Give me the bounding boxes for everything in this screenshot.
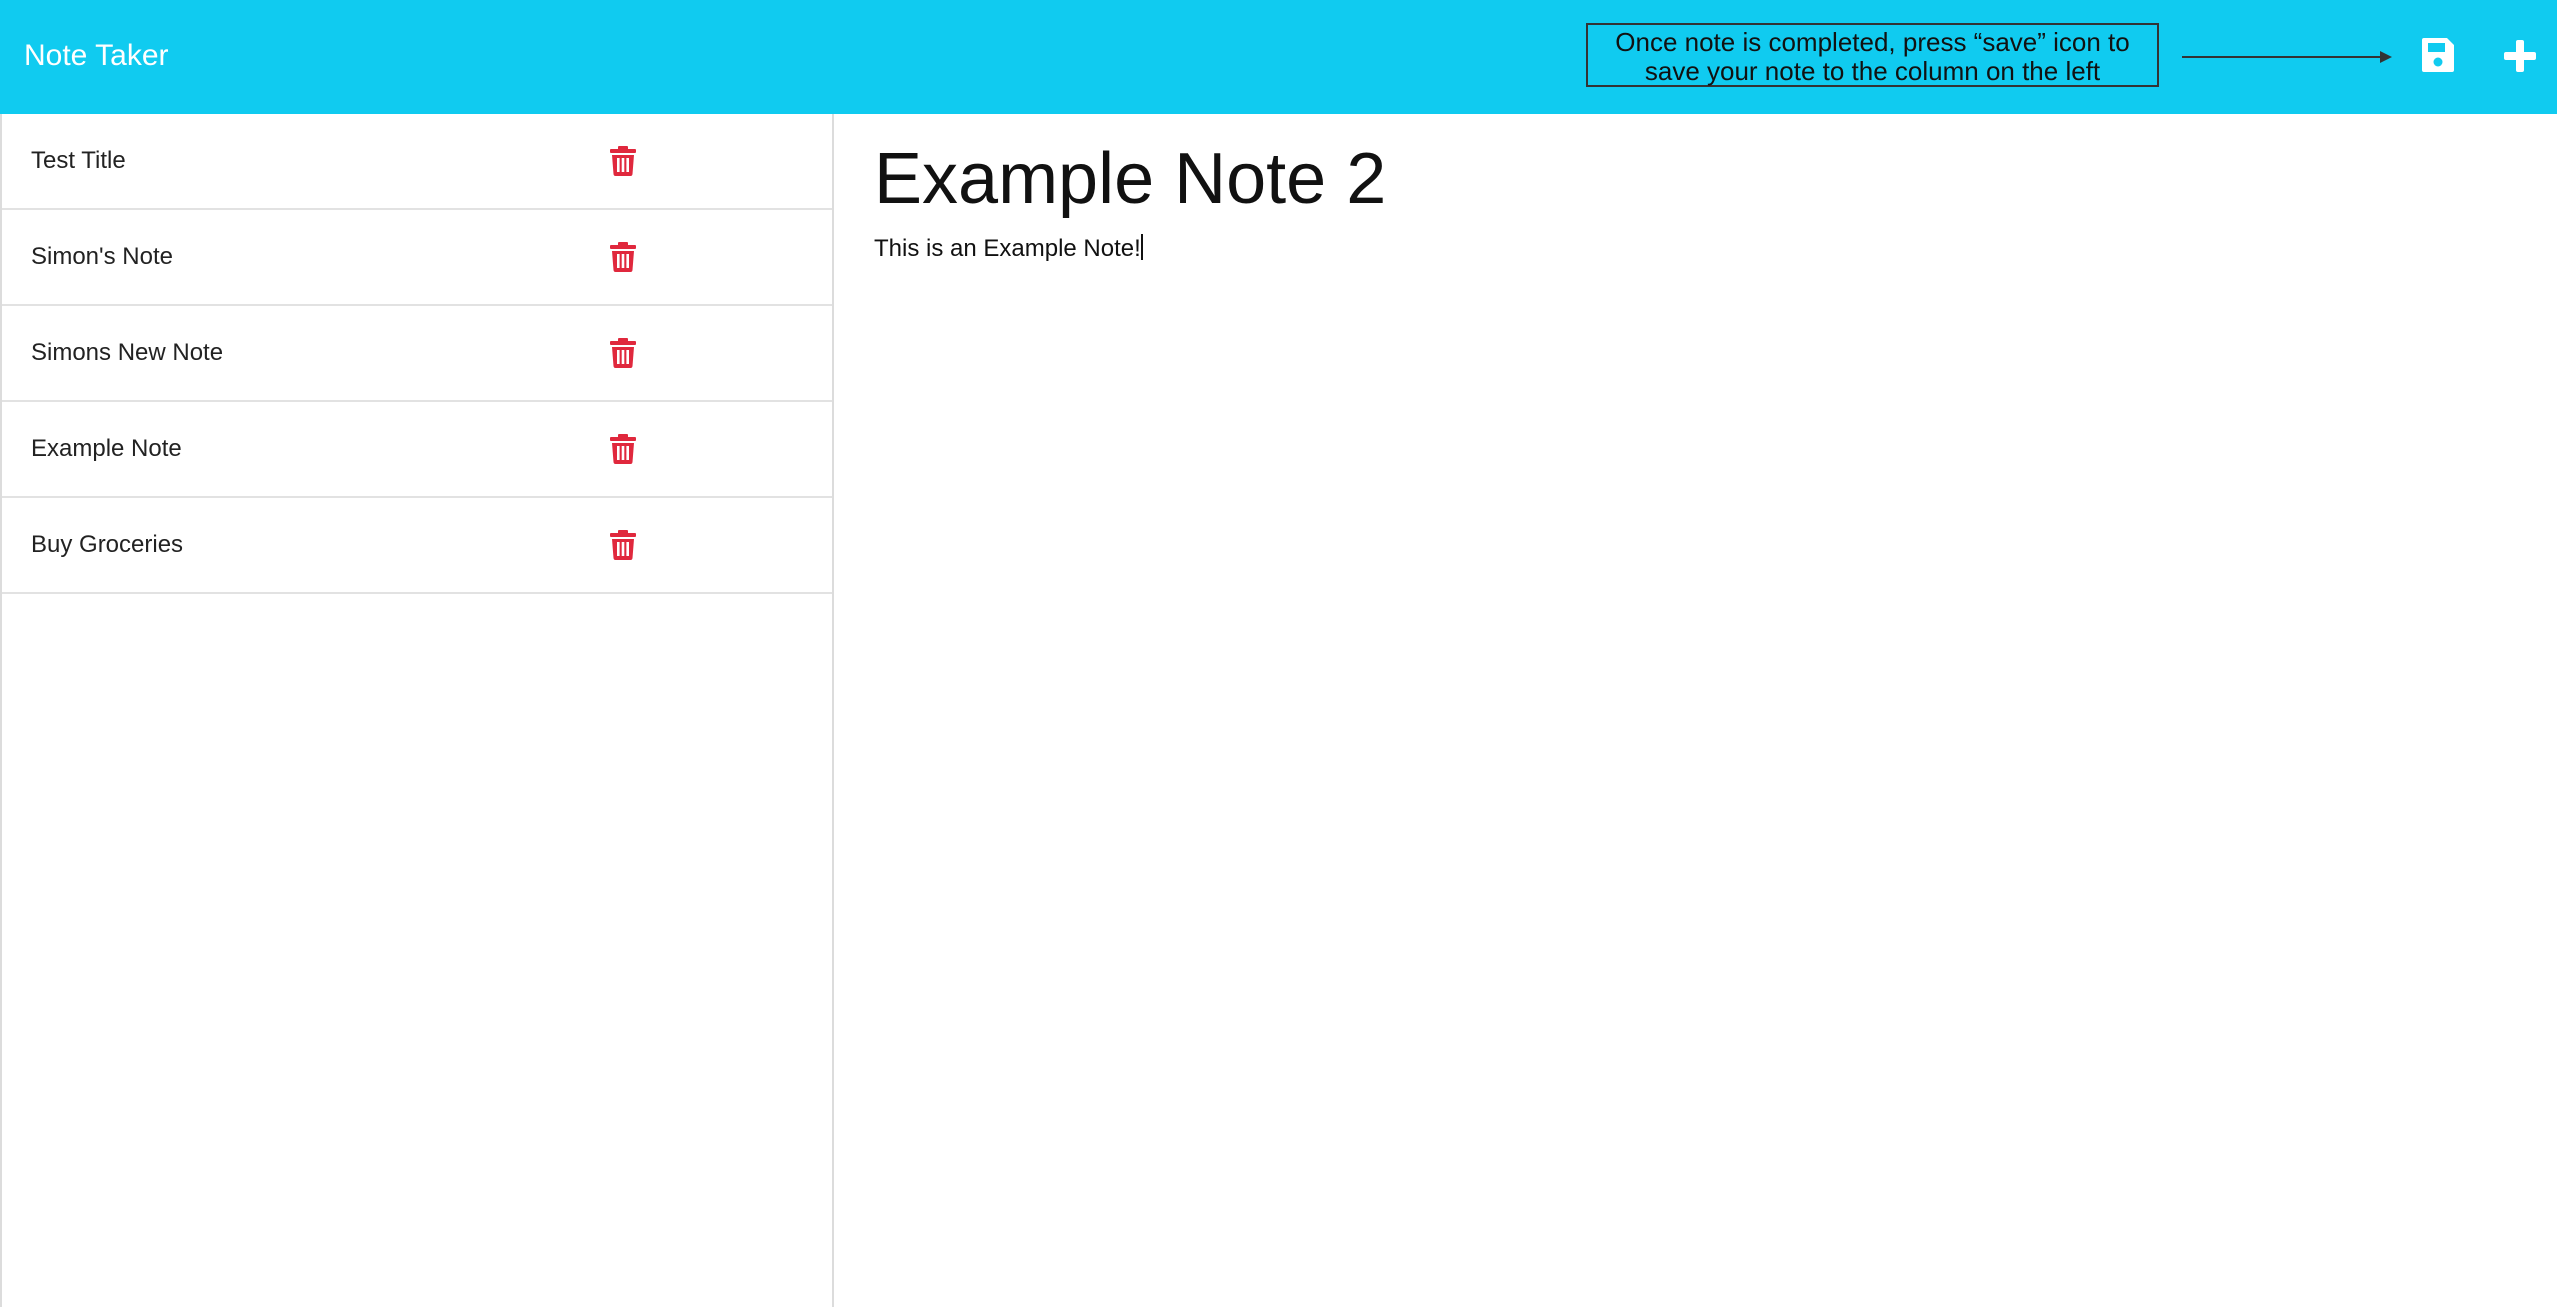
note-title[interactable]: Test Title: [31, 146, 126, 176]
note-title[interactable]: Buy Groceries: [31, 530, 183, 560]
save-icon: [2422, 38, 2454, 72]
note-list-item[interactable]: Test Title: [2, 114, 832, 210]
app-title[interactable]: Note Taker: [24, 38, 169, 74]
note-text-area[interactable]: This is an Example Note!: [874, 234, 2474, 1134]
annotation-arrow-head: [2380, 51, 2392, 63]
note-title-input[interactable]: Example Note 2: [874, 134, 2474, 224]
notes-sidebar: Test Title Simon's Note Simons New Note …: [0, 114, 834, 1307]
save-note-button[interactable]: [2420, 36, 2456, 74]
note-list-item[interactable]: Simon's Note: [2, 210, 832, 306]
note-list-item[interactable]: Simons New Note: [2, 306, 832, 402]
note-title[interactable]: Simons New Note: [31, 338, 223, 368]
note-text: This is an Example Note!: [874, 235, 1141, 262]
trash-icon[interactable]: [610, 146, 636, 176]
note-list-item[interactable]: Example Note: [2, 402, 832, 498]
trash-icon[interactable]: [610, 242, 636, 272]
new-note-button[interactable]: [2502, 38, 2538, 74]
annotation-arrow-line: [2182, 56, 2382, 58]
save-instruction-annotation: Once note is completed, press “save” ico…: [1586, 23, 2159, 87]
navbar: Note Taker Once note is completed, press…: [0, 0, 2557, 114]
note-editor: Example Note 2 This is an Example Note!: [836, 114, 2557, 1307]
plus-icon: [2504, 40, 2536, 72]
note-list-item[interactable]: Buy Groceries: [2, 498, 832, 594]
note-list: Test Title Simon's Note Simons New Note …: [2, 114, 832, 594]
note-title[interactable]: Simon's Note: [31, 242, 173, 272]
trash-icon[interactable]: [610, 434, 636, 464]
text-cursor: [1140, 234, 1143, 260]
trash-icon[interactable]: [610, 530, 636, 560]
trash-icon[interactable]: [610, 338, 636, 368]
note-title[interactable]: Example Note: [31, 434, 182, 464]
